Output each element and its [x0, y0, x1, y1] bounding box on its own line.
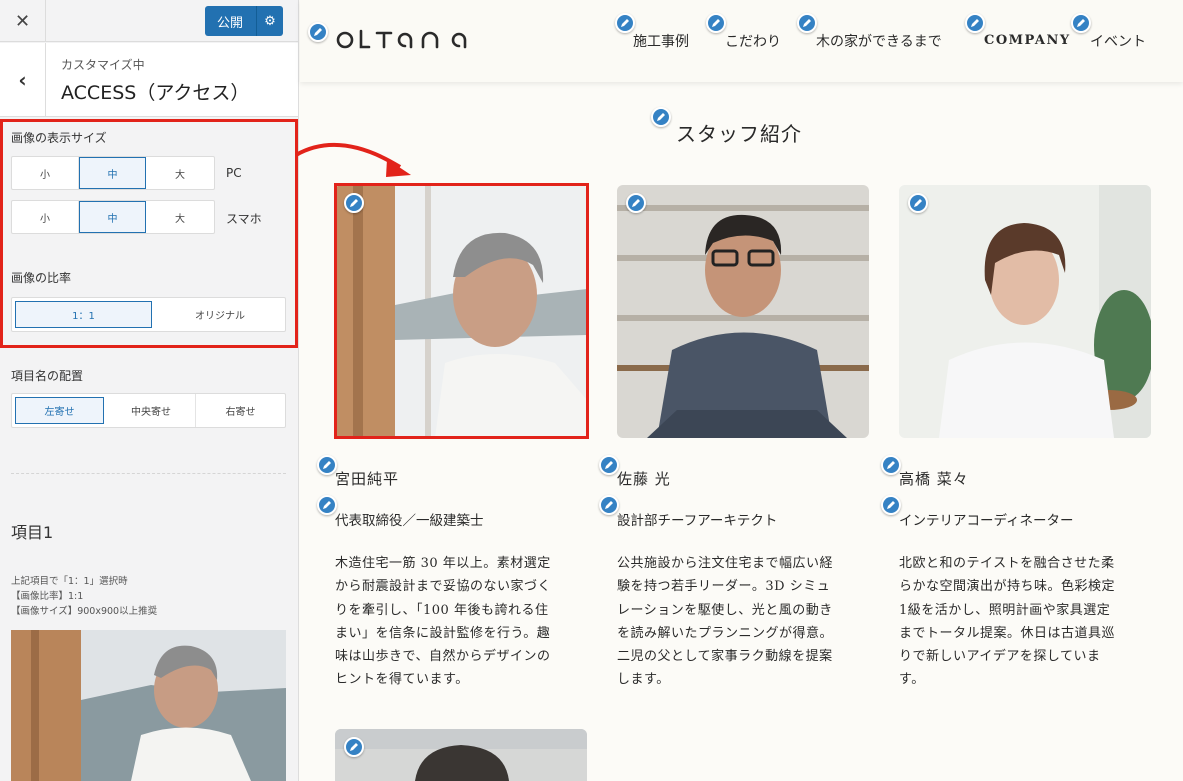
nav-item-works[interactable]: 施工事例 — [633, 31, 689, 51]
customizer-panel: ✕ 公開 ⚙ ‹ カスタマイズ中 ACCESS（アクセス） 画像の表示サイズ 小… — [0, 0, 299, 781]
staff-role-3: インテリアコーディネーター — [899, 513, 1074, 529]
section-title: ACCESS（アクセス） — [61, 82, 250, 104]
item-title: 項目1 — [11, 523, 54, 542]
staff-photo-3[interactable] — [899, 185, 1151, 438]
edit-pencil-icon[interactable] — [317, 455, 337, 475]
item-note: 【画像比率】1:1 — [11, 591, 84, 602]
gear-icon[interactable]: ⚙ — [256, 6, 283, 36]
breadcrumb: カスタマイズ中 — [61, 58, 145, 72]
section-header: ‹ カスタマイズ中 ACCESS（アクセス） — [0, 43, 298, 117]
edit-pencil-icon[interactable] — [308, 22, 328, 42]
desc-line: らかな空間演出が持ち味。色彩検定 — [899, 579, 1116, 595]
staff-role-1: 代表取締役／一級建築士 — [335, 513, 484, 529]
desc-line: 1級を活かし、照明計画や家具選定 — [899, 602, 1111, 618]
desc-line: 北欧と和のテイストを融合させた柔 — [899, 556, 1115, 571]
site-logo[interactable] — [335, 27, 471, 57]
desc-line: す。 — [899, 672, 925, 688]
desc-line: 二児の父として家事ラク動線を提案 — [617, 649, 833, 665]
customizer-topbar: ✕ 公開 ⚙ — [0, 0, 298, 42]
staff-section-title: スタッフ紹介 — [676, 122, 802, 146]
highlight-box-photo — [334, 183, 589, 439]
desc-line: レーションを駆使し、光と風の動き — [617, 602, 833, 618]
edit-pencil-icon[interactable] — [965, 13, 985, 33]
edit-pencil-icon[interactable] — [615, 13, 635, 33]
desc-line: までトータル提案。休日は古道具巡 — [899, 625, 1116, 641]
nav-item-commitment[interactable]: こだわり — [725, 31, 781, 51]
staff-name-2: 佐藤 光 — [617, 470, 671, 488]
edit-pencil-icon[interactable] — [317, 495, 337, 515]
desc-line: ヒントを得ています。 — [335, 672, 469, 688]
publish-label: 公開 — [217, 15, 244, 31]
staff-name-3: 高橋 菜々 — [899, 470, 969, 488]
divider — [11, 473, 286, 474]
staff-desc-2: 公共施設から注文住宅まで幅広い経 験を持つ若手リーダー。3D シミュ レーション… — [617, 552, 869, 692]
desc-line: 木造住宅一筋 30 年以上。素材選定 — [335, 556, 551, 571]
edit-pencil-icon[interactable] — [599, 495, 619, 515]
highlight-arrow — [295, 143, 411, 177]
nav-item-event[interactable]: イベント — [1090, 31, 1146, 51]
edit-pencil-icon[interactable] — [651, 107, 671, 127]
label-align-label: 項目名の配置 — [11, 369, 84, 383]
align-center[interactable]: 中央寄せ — [107, 394, 196, 427]
nav-item-company[interactable]: COMPANY — [984, 33, 1071, 48]
staff-name-1: 宮田純平 — [335, 470, 400, 488]
staff-photo-2[interactable] — [617, 185, 869, 438]
edit-pencil-icon[interactable] — [908, 193, 928, 213]
desc-line: りを牽引し、「100 年後も誇れる住 — [335, 602, 549, 618]
desc-line: 験を持つ若手リーダー。3D シミュ — [617, 579, 831, 595]
align-right[interactable]: 右寄せ — [196, 394, 285, 427]
staff-desc-3: 北欧と和のテイストを融合させた柔 らかな空間演出が持ち味。色彩検定 1級を活かし… — [899, 552, 1151, 692]
edit-pencil-icon[interactable] — [626, 193, 646, 213]
edit-pencil-icon[interactable] — [599, 455, 619, 475]
nav-item-process[interactable]: 木の家ができるまで — [816, 31, 942, 51]
edit-pencil-icon[interactable] — [344, 193, 364, 213]
desc-line: りで新しいアイデアを探していま — [899, 649, 1101, 665]
oltana-wordmark — [336, 29, 467, 49]
item-image-thumbnail[interactable] — [11, 630, 286, 781]
edit-pencil-icon[interactable] — [1071, 13, 1091, 33]
desc-line: 公共施設から注文住宅まで幅広い経 — [617, 556, 834, 571]
desc-line: から耐震設計まで妥協のない家づく — [335, 579, 552, 595]
back-chevron-icon[interactable]: ‹ — [0, 43, 46, 117]
label-align-selector: 左寄せ 中央寄せ 右寄せ — [11, 393, 286, 428]
edit-pencil-icon[interactable] — [797, 13, 817, 33]
desc-line: まい」を信条に設計監修を行う。趣 — [335, 625, 551, 641]
desc-line: します。 — [617, 672, 670, 688]
item-note: 上記項目で「1：1」選択時 — [11, 576, 128, 587]
publish-button[interactable]: 公開 ⚙ — [205, 6, 283, 36]
close-icon[interactable]: ✕ — [0, 0, 46, 42]
highlight-box-settings — [0, 119, 298, 348]
desc-line: 味は山歩きで、自然からデザインの — [335, 649, 551, 665]
edit-pencil-icon[interactable] — [706, 13, 726, 33]
staff-desc-1: 木造住宅一筋 30 年以上。素材選定 から耐震設計まで妥協のない家づく りを牽引… — [335, 552, 587, 692]
edit-pencil-icon[interactable] — [881, 495, 901, 515]
edit-pencil-icon[interactable] — [344, 737, 364, 757]
staff-photo-4[interactable] — [335, 729, 587, 781]
item-note: 【画像サイズ】900x900以上推奨 — [11, 606, 158, 617]
edit-pencil-icon[interactable] — [881, 455, 901, 475]
align-left[interactable]: 左寄せ — [15, 397, 104, 424]
staff-role-2: 設計部チーフアーキテクト — [617, 513, 778, 529]
desc-line: を読み解いたプランニングが得意。 — [617, 625, 834, 641]
